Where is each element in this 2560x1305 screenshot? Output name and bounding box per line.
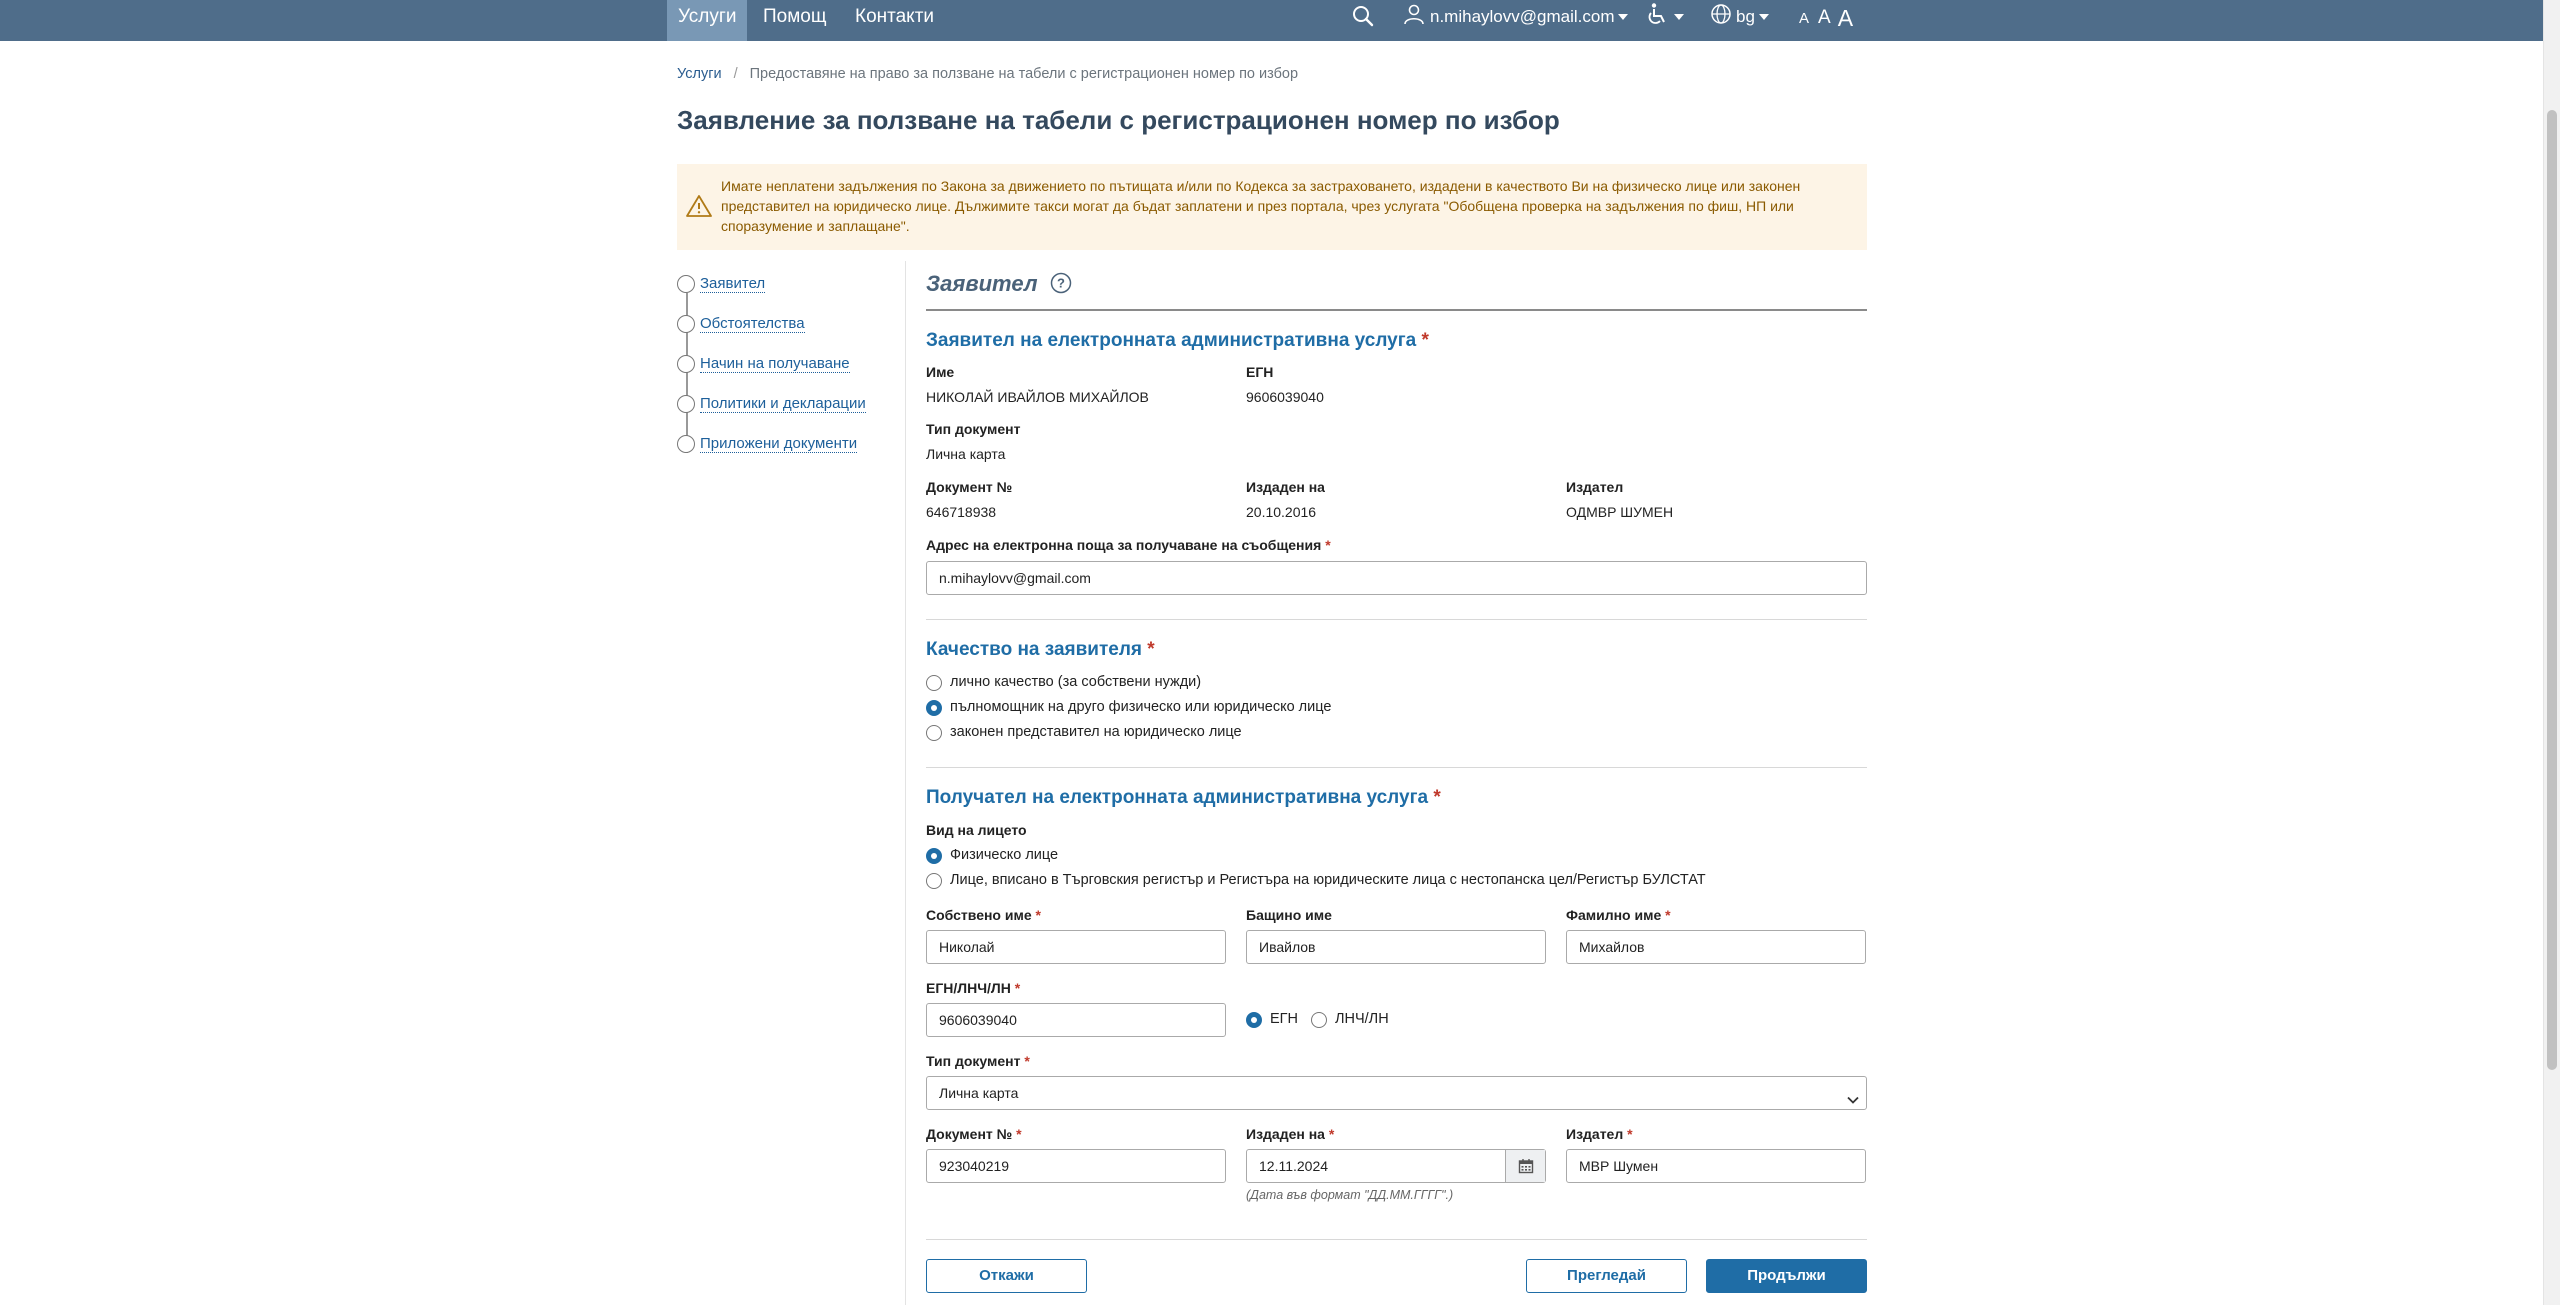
user-menu[interactable]: n.mihaylovv@gmail.com [1403, 0, 1629, 33]
cancel-button[interactable]: Откажи [926, 1259, 1087, 1293]
applicant-egn-value: 9606039040 [1246, 389, 1324, 405]
font-size-controls: A A A [1799, 0, 1853, 36]
doc-type-select[interactable]: Лична карта [926, 1076, 1867, 1110]
date-format-hint: (Дата във формат "ДД.ММ.ГГГГ".) [1246, 1188, 1454, 1202]
email-input[interactable]: n.mihaylovv@gmail.com [926, 561, 1867, 595]
font-decrease-button[interactable]: A [1799, 10, 1809, 27]
calendar-button[interactable] [1505, 1150, 1545, 1182]
breadcrumb-current: Предоставяне на право за ползване на таб… [749, 66, 1299, 82]
radio-button [926, 725, 942, 741]
font-reset-button[interactable]: A [1818, 7, 1831, 29]
page-scrollbar[interactable] [2543, 0, 2560, 1305]
calendar-icon [1518, 1159, 1533, 1174]
svg-text:?: ? [1057, 276, 1065, 291]
user-email: n.mihaylovv@gmail.com [1430, 6, 1615, 26]
alert-text: Имате неплатени задължения по Закона за … [721, 178, 1801, 234]
recipient-heading: Получател на електронната административн… [926, 787, 1441, 808]
divider [926, 619, 1867, 620]
middle-name-label: Бащино име [1246, 907, 1332, 923]
id-input[interactable]: 9606039040 [926, 1003, 1226, 1037]
globe-icon [1710, 3, 1732, 30]
radio-button-selected [926, 700, 942, 716]
issued-date-label: Издаден на * [1246, 1126, 1335, 1142]
step-marker [677, 355, 695, 373]
radio-button-selected [1246, 1012, 1262, 1028]
debt-warning-alert: Имате неплатени задължения по Закона за … [677, 164, 1867, 250]
capacity-heading: Качество на заявителя * [926, 639, 1155, 660]
chevron-down-icon [1846, 1086, 1860, 1118]
applicant-doc-type-value: Лична карта [926, 446, 1006, 462]
radio-button-selected [926, 848, 942, 864]
radio-button [926, 873, 942, 889]
font-increase-button[interactable]: A [1838, 5, 1853, 32]
scrollbar-thumb[interactable] [2547, 110, 2557, 1070]
radio-button [926, 675, 942, 691]
step-marker [677, 435, 695, 453]
section-title: Заявител ? [926, 271, 1072, 300]
language-menu[interactable]: bg [1710, 0, 1769, 33]
divider [926, 1239, 1867, 1240]
chevron-down-icon [1758, 13, 1769, 20]
applicant-doc-no-value: 646718938 [926, 504, 997, 520]
review-button[interactable]: Прегледай [1526, 1259, 1687, 1293]
applicant-issuer-value: ОДМВР ШУМЕН [1566, 504, 1674, 520]
doc-type-label: Тип документ * [926, 1053, 1030, 1069]
nav-help[interactable]: Помощ [752, 0, 838, 41]
doc-no-input[interactable]: 923040219 [926, 1149, 1226, 1183]
applicant-egn-label: ЕГН [1246, 364, 1274, 380]
section-divider [926, 309, 1867, 311]
search-icon[interactable] [1351, 4, 1375, 33]
step-marker [677, 315, 695, 333]
last-name-input[interactable]: Михайлов [1566, 930, 1866, 964]
help-icon[interactable]: ? [1050, 272, 1072, 300]
divider [926, 767, 1867, 768]
chevron-down-icon [1674, 13, 1684, 20]
sidebar-divider [905, 261, 906, 1305]
last-name-label: Фамилно име * [1566, 907, 1671, 923]
email-label: Адрес на електронна поща за получаване н… [926, 537, 1331, 553]
continue-button[interactable]: Продължи [1706, 1259, 1867, 1293]
middle-name-input[interactable]: Ивайлов [1246, 930, 1546, 964]
applicant-issued-value: 20.10.2016 [1246, 504, 1317, 520]
nav-services[interactable]: Услуги [667, 0, 748, 41]
nav-contacts[interactable]: Контакти [844, 0, 945, 41]
id-label: ЕГН/ЛНЧ/ЛН * [926, 980, 1021, 996]
breadcrumb-home[interactable]: Услуги [677, 66, 722, 82]
issuer-label: Издател * [1566, 1126, 1633, 1142]
applicant-name-label: Име [926, 364, 955, 380]
chevron-down-icon [1618, 13, 1629, 20]
page-title: Заявление за ползване на табели с регист… [677, 105, 1560, 135]
applicant-name-value: НИКОЛАЙ ИВАЙЛОВ МИХАЙЛОВ [926, 389, 1149, 405]
breadcrumb: Услуги / Предоставяне на право за ползване… [677, 66, 1299, 82]
applicant-heading: Заявител на електронната административна… [926, 330, 1429, 351]
accessibility-icon [1646, 2, 1670, 31]
issuer-input[interactable]: МВР Шумен [1566, 1149, 1866, 1183]
user-icon [1403, 3, 1425, 30]
applicant-issuer-label: Издател [1566, 479, 1624, 495]
top-navbar: Услуги Помощ Контакти n.mihaylovv@gmail.… [0, 0, 2543, 41]
applicant-doc-no-label: Документ № [926, 479, 1013, 495]
first-name-label: Собствено име * [926, 907, 1041, 923]
doc-no-label: Документ № * [926, 1126, 1022, 1142]
applicant-doc-type-label: Тип документ [926, 421, 1021, 437]
language-label: bg [1736, 6, 1755, 26]
step-marker [677, 275, 695, 293]
accessibility-menu[interactable] [1646, 0, 1684, 33]
first-name-input[interactable]: Николай [926, 930, 1226, 964]
step-marker [677, 395, 695, 413]
radio-button [1311, 1012, 1327, 1028]
warning-icon [686, 194, 712, 223]
person-type-label: Вид на лицето [926, 822, 1027, 838]
applicant-issued-label: Издаден на [1246, 479, 1325, 495]
issued-date-input[interactable]: 12.11.2024 [1246, 1149, 1546, 1183]
